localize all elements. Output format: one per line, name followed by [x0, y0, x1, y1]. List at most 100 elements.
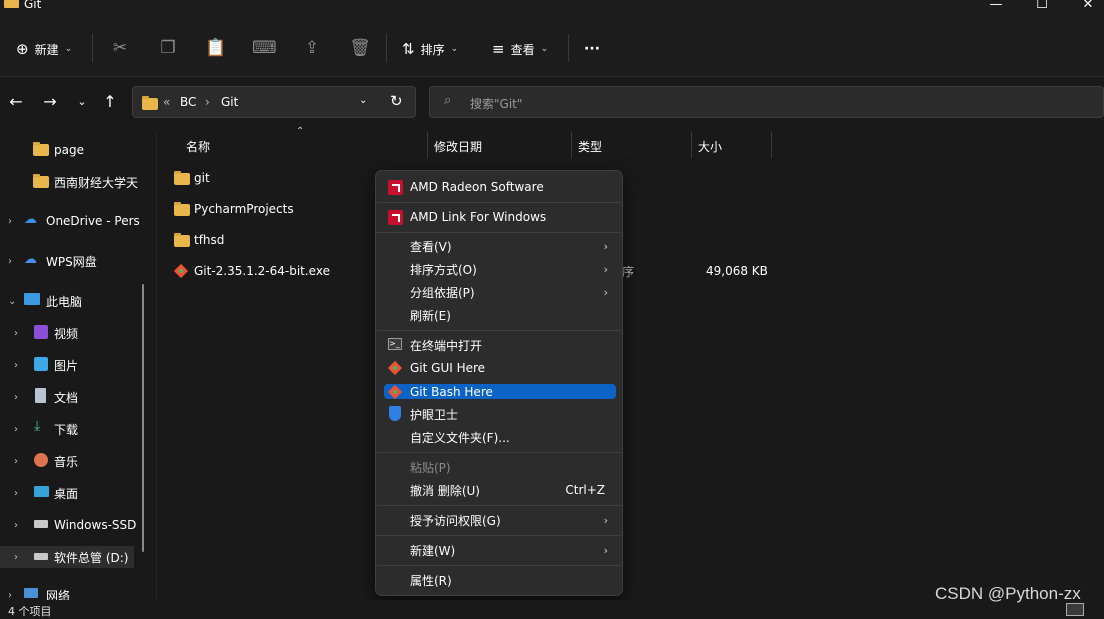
menu-item-properties[interactable]: 属性(R) — [384, 569, 616, 591]
close-button[interactable]: ✕ — [1068, 0, 1104, 14]
cloud-icon: ☁ — [24, 212, 37, 227]
sidebar-scrollbar[interactable] — [142, 284, 144, 552]
details-view-icon[interactable] — [1066, 603, 1084, 616]
terminal-icon: >_ — [388, 338, 402, 350]
chevron-right-icon[interactable]: › — [14, 552, 18, 563]
menu-item-amd-radeon[interactable]: AMD Radeon Software — [384, 176, 616, 198]
sidebar-item-downloads[interactable]: › ⤓ 下载 — [0, 418, 140, 440]
menu-item-refresh[interactable]: 刷新(E) — [384, 304, 616, 326]
column-divider[interactable] — [691, 132, 692, 158]
more-options-button[interactable]: ··· — [584, 38, 600, 60]
sidebar-item-desktop[interactable]: › 桌面 — [0, 482, 140, 504]
breadcrumb-overflow[interactable]: « — [163, 95, 170, 109]
chevron-right-icon[interactable]: › — [8, 216, 12, 227]
maximize-button[interactable]: ☐ — [1022, 0, 1062, 14]
view-button[interactable]: ≡ 查看 ⌄ — [492, 38, 548, 60]
menu-item-amd-link[interactable]: AMD Link For Windows — [384, 206, 616, 228]
sidebar-item-videos[interactable]: › 视频 — [0, 322, 140, 344]
minimize-button[interactable]: — — [976, 0, 1016, 14]
column-name[interactable]: 名称 — [186, 138, 210, 155]
new-button[interactable]: ⊕ 新建 ⌄ — [16, 38, 72, 60]
sidebar-item-label: 西南财经大学天 — [54, 175, 139, 190]
forward-arrow-icon[interactable]: → — [38, 92, 62, 112]
column-divider[interactable] — [427, 132, 428, 158]
search-box[interactable]: ⌕ 搜索"Git" — [429, 86, 1104, 118]
menu-item-grant-access[interactable]: 授予访问权限(G) › — [384, 509, 616, 531]
folder-icon — [33, 142, 49, 156]
chevron-right-icon[interactable]: › — [14, 456, 18, 467]
chevron-right-icon[interactable]: › — [14, 360, 18, 371]
menu-item-label: 护眼卫士 — [410, 407, 459, 422]
menu-item-label: 授予访问权限(G) — [410, 513, 501, 528]
chevron-down-icon[interactable]: ⌄ — [8, 296, 16, 307]
menu-item-git-gui[interactable]: Git GUI Here — [384, 357, 616, 379]
chevron-right-icon[interactable]: › — [14, 424, 18, 435]
column-divider[interactable] — [571, 132, 572, 158]
menu-item-label: 刷新(E) — [410, 308, 451, 323]
sidebar-item-wps[interactable]: › ☁ WPS网盘 — [0, 250, 140, 272]
sidebar-item-pictures[interactable]: › 图片 — [0, 354, 140, 376]
chevron-right-icon[interactable]: › — [14, 520, 18, 531]
monitor-icon — [24, 293, 40, 305]
cloud-icon: ☁ — [24, 252, 37, 267]
sidebar-item-windows-ssd[interactable]: › Windows-SSD — [0, 514, 140, 536]
sidebar-item-onedrive[interactable]: › ☁ OneDrive - Pers — [0, 210, 140, 232]
search-icon: ⌕ — [444, 93, 452, 108]
chevron-right-icon[interactable]: › — [14, 392, 18, 403]
sidebar-item-this-pc[interactable]: ⌄ 此电脑 — [0, 290, 140, 312]
chevron-right-icon[interactable]: › — [8, 256, 12, 267]
menu-item-sort-by[interactable]: 排序方式(O) › — [384, 258, 616, 280]
share-icon[interactable]: ⇪ — [300, 38, 324, 58]
menu-item-label: Git Bash Here — [410, 384, 493, 399]
rename-icon[interactable]: ⌨ — [252, 38, 277, 58]
menu-item-label: 查看(V) — [410, 239, 452, 254]
column-type[interactable]: 类型 — [578, 138, 602, 155]
folder-icon — [142, 96, 158, 110]
menu-item-open-terminal[interactable]: >_ 在终端中打开 — [384, 334, 616, 356]
chevron-down-icon[interactable]: ⌄ — [359, 95, 367, 106]
menu-item-new[interactable]: 新建(W) › — [384, 539, 616, 561]
sidebar-item-drive-d[interactable]: › 软件总管 (D:) — [0, 546, 134, 568]
copy-icon[interactable]: ❐ — [156, 38, 180, 58]
cut-icon[interactable]: ✂ — [108, 38, 132, 58]
chevron-right-icon[interactable]: › — [8, 590, 12, 601]
sidebar-item-label: OneDrive - Pers — [46, 214, 140, 228]
menu-item-view[interactable]: 查看(V) › — [384, 235, 616, 257]
sidebar-item-page[interactable]: page — [0, 139, 140, 161]
menu-item-customize-folder[interactable]: 自定义文件夹(F)... — [384, 426, 616, 448]
column-divider[interactable] — [771, 132, 772, 158]
menu-item-undo-delete[interactable]: 撤消 删除(U) Ctrl+Z — [384, 479, 616, 501]
menu-item-label: 自定义文件夹(F)... — [410, 430, 510, 445]
column-size[interactable]: 大小 — [698, 138, 722, 155]
chevron-right-icon: › — [603, 239, 608, 253]
chevron-right-icon[interactable]: › — [14, 488, 18, 499]
chevron-right-icon[interactable]: › — [14, 328, 18, 339]
back-arrow-icon[interactable]: ← — [4, 92, 28, 112]
menu-item-group-by[interactable]: 分组依据(P) › — [384, 281, 616, 303]
address-bar[interactable]: « BC › Git ⌄ ↻ — [132, 86, 416, 118]
sidebar-item-swufe[interactable]: 西南财经大学天 — [0, 171, 140, 193]
amd-logo-icon — [388, 179, 403, 195]
menu-item-paste: 粘贴(P) — [384, 456, 616, 478]
folder-icon — [33, 174, 49, 188]
delete-icon[interactable]: 🗑 — [348, 38, 372, 58]
sidebar-item-label: 图片 — [54, 358, 79, 373]
sort-button[interactable]: ⇅ 排序 ⌄ — [402, 38, 458, 60]
window-title: Git — [24, 0, 42, 11]
column-modified[interactable]: 修改日期 — [434, 138, 482, 155]
breadcrumb-git[interactable]: Git — [221, 95, 238, 109]
menu-item-eye-guard[interactable]: 护眼卫士 — [384, 403, 616, 425]
sidebar-item-label: 此电脑 — [46, 294, 83, 309]
breadcrumb-bc[interactable]: BC — [180, 95, 196, 109]
git-gui-icon — [387, 360, 403, 376]
sidebar-item-music[interactable]: › 音乐 — [0, 450, 140, 472]
search-input[interactable]: 搜索"Git" — [470, 95, 522, 112]
recent-locations-icon[interactable]: ⌄ — [70, 95, 94, 115]
paste-icon[interactable]: 📋 — [204, 38, 228, 58]
breadcrumb-separator: › — [205, 95, 210, 109]
sidebar-item-documents[interactable]: › 文档 — [0, 386, 140, 408]
up-arrow-icon[interactable]: ↑ — [98, 92, 122, 112]
refresh-icon[interactable]: ↻ — [390, 92, 403, 110]
menu-item-git-bash[interactable]: Git Bash Here — [384, 384, 616, 400]
sidebar-item-label: 软件总管 (D:) — [54, 550, 129, 565]
